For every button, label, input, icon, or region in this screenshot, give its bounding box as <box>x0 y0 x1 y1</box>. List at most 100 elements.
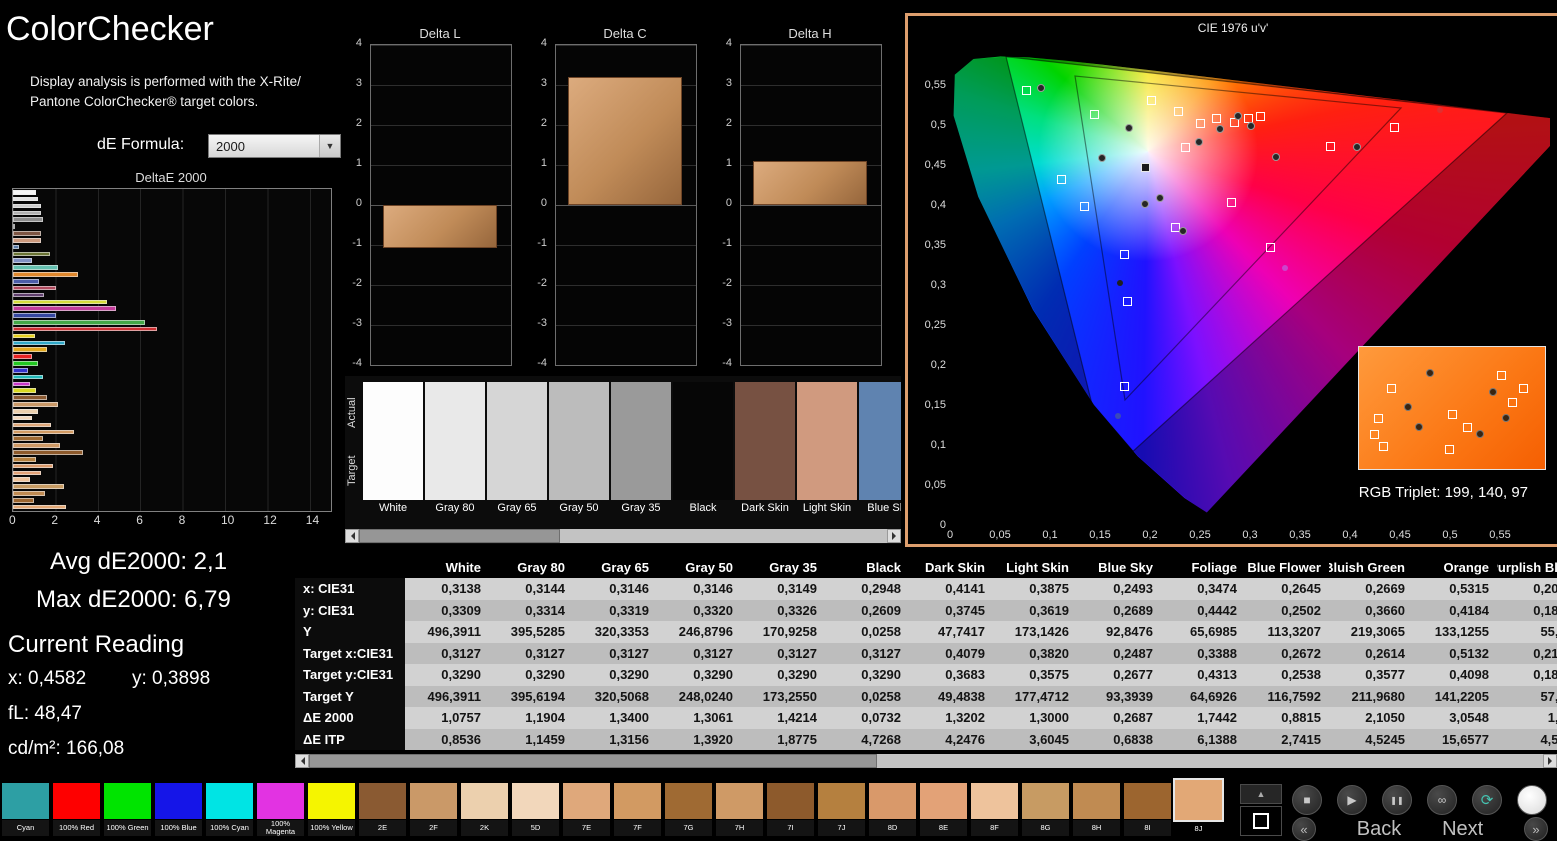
table-cell: 0,3290 <box>489 664 573 686</box>
patch-2k[interactable]: 2K <box>461 783 508 837</box>
table-row: Target x:CIE31 0,3127 0,3127 0,3127 0,3127 0,… <box>295 642 1557 664</box>
table-cell: 173,1426 <box>993 621 1077 643</box>
patch-8h[interactable]: 8H <box>1073 783 1120 837</box>
inset-target-marker <box>1370 429 1380 439</box>
y-tick-label: -3 <box>722 317 732 329</box>
table-cell: 0,3127 <box>741 642 825 664</box>
scrollbar-thumb[interactable] <box>309 754 877 768</box>
scroll-left-button[interactable] <box>295 754 309 768</box>
loop-button[interactable]: ∞ <box>1427 785 1457 815</box>
deltae-bar-row <box>13 435 331 442</box>
table-cell: 0,2948 <box>825 578 909 600</box>
stop-button[interactable]: ■ <box>1292 785 1322 815</box>
target-marker <box>1211 114 1221 124</box>
scrollbar-thumb[interactable] <box>359 529 560 543</box>
patch-label: 7H <box>716 820 763 836</box>
patch-7e[interactable]: 7E <box>563 783 610 837</box>
refresh-button[interactable]: ⟳ <box>1472 785 1502 815</box>
cie-x-tick-label: 0,2 <box>1142 529 1158 541</box>
table-cell: 1,8775 <box>741 728 825 750</box>
patch-7f[interactable]: 7F <box>614 783 661 837</box>
patch-label: 8G <box>1022 820 1069 836</box>
delta-h-yaxis: 4 3 2 1 0 -1 -2 -3 -4 <box>710 37 736 369</box>
table-column-header: Light Skin <box>1006 559 1069 575</box>
cie-x-tick-label: 0 <box>946 529 954 541</box>
status-button[interactable] <box>1517 785 1547 815</box>
deltae-bar-row <box>13 264 331 271</box>
back-button[interactable]: Back <box>1357 818 1401 841</box>
deltae-bar-row <box>13 360 331 367</box>
patch-2f[interactable]: 2F <box>410 783 457 837</box>
deltae-bar-row <box>13 292 331 299</box>
deltae-bar-row <box>13 223 331 230</box>
target-marker <box>1119 382 1129 392</box>
square-icon <box>1253 813 1269 829</box>
cie-x-tick-label: 0,5 <box>1442 529 1458 541</box>
patch-5d[interactable]: 5D <box>512 783 559 837</box>
next-chevron-button[interactable]: » <box>1523 817 1548 841</box>
scroll-right-button[interactable] <box>1543 754 1557 768</box>
display-mode-button[interactable] <box>1240 806 1282 836</box>
next-button[interactable]: Next <box>1442 818 1483 841</box>
table-cell: 57,95 <box>1497 685 1557 707</box>
target-marker <box>1146 95 1156 105</box>
table-cell: 0,2645 <box>1245 578 1329 600</box>
table-column-header: Foliage <box>1191 559 1237 575</box>
inset-target-marker <box>1444 444 1454 454</box>
table-header-row: White Gray 80 Gray 65 Gray 50 Gray 35 Black Da… <box>295 556 1557 578</box>
deltae-bar-row <box>13 476 331 483</box>
patch-8d[interactable]: 8D <box>869 783 916 837</box>
scrollbar-track[interactable] <box>309 754 1543 768</box>
back-chevron-button[interactable]: « <box>1292 817 1316 841</box>
deltae-bar <box>13 306 116 311</box>
swatch-scrollbar[interactable] <box>345 529 901 543</box>
patch-100-red[interactable]: 100% Red <box>53 783 100 837</box>
pause-button[interactable]: ❚❚ <box>1382 785 1412 815</box>
patch-7j[interactable]: 7J <box>818 783 865 837</box>
patch-8j[interactable]: 8J <box>1173 778 1224 837</box>
swatch-label: Dark Skin <box>741 502 789 514</box>
patch-7g[interactable]: 7G <box>665 783 712 837</box>
patch-100-green[interactable]: 100% Green <box>104 783 151 837</box>
swatch-label: Gray 50 <box>559 502 599 514</box>
reading-y: y: 0,3898 <box>132 668 211 689</box>
patch-100-blue[interactable]: 100% Blue <box>155 783 202 837</box>
patch-8g[interactable]: 8G <box>1022 783 1069 837</box>
patch-scroll-up-button[interactable]: ▲ <box>1240 784 1282 804</box>
scroll-left-button[interactable] <box>345 529 359 543</box>
patch-100-cyan[interactable]: 100% Cyan <box>206 783 253 837</box>
patch-100-magenta[interactable]: 100% Magenta <box>257 783 304 837</box>
y-tick-label: -2 <box>352 277 362 289</box>
inset-measurement-marker <box>1425 368 1434 377</box>
inset-target-marker <box>1379 442 1389 452</box>
table-row-label: Target Y <box>295 685 405 707</box>
deltae-bar <box>13 333 36 339</box>
patch-8f[interactable]: 8F <box>971 783 1018 837</box>
patch-cyan[interactable]: Cyan <box>2 783 49 837</box>
reading-cdm2: cd/m²: 166,08 <box>8 738 125 759</box>
play-button[interactable]: ▶ <box>1337 785 1367 815</box>
cie-x-tick-label: 0,05 <box>989 529 1011 541</box>
deltae-chart-title: DeltaE 2000 <box>135 170 207 185</box>
measurement-marker <box>1179 226 1187 235</box>
deltae-chart <box>12 188 332 512</box>
deltae-bar-row <box>13 408 331 415</box>
stop-icon: ■ <box>1303 793 1311 807</box>
table-scrollbar[interactable] <box>295 754 1557 768</box>
y-tick-label: 0 <box>725 197 732 209</box>
patch-8e[interactable]: 8E <box>920 783 967 837</box>
table-cell: 49,4838 <box>909 685 993 707</box>
patch-8i[interactable]: 8I <box>1124 783 1171 837</box>
cie-x-tick-label: 0,45 <box>1389 529 1411 541</box>
scrollbar-track[interactable] <box>359 529 887 543</box>
de-formula-dropdown[interactable]: 2000 ▼ <box>208 134 341 158</box>
patch-7i[interactable]: 7I <box>767 783 814 837</box>
scroll-right-button[interactable] <box>887 529 901 543</box>
table-cell: 0,3127 <box>657 642 741 664</box>
patch-color <box>767 783 814 819</box>
patch-100-yellow[interactable]: 100% Yellow <box>308 783 355 837</box>
actual-row-label: Actual <box>346 397 358 429</box>
patch-2e[interactable]: 2E <box>359 783 406 837</box>
patch-7h[interactable]: 7H <box>716 783 763 837</box>
deltae-bar <box>13 497 35 503</box>
